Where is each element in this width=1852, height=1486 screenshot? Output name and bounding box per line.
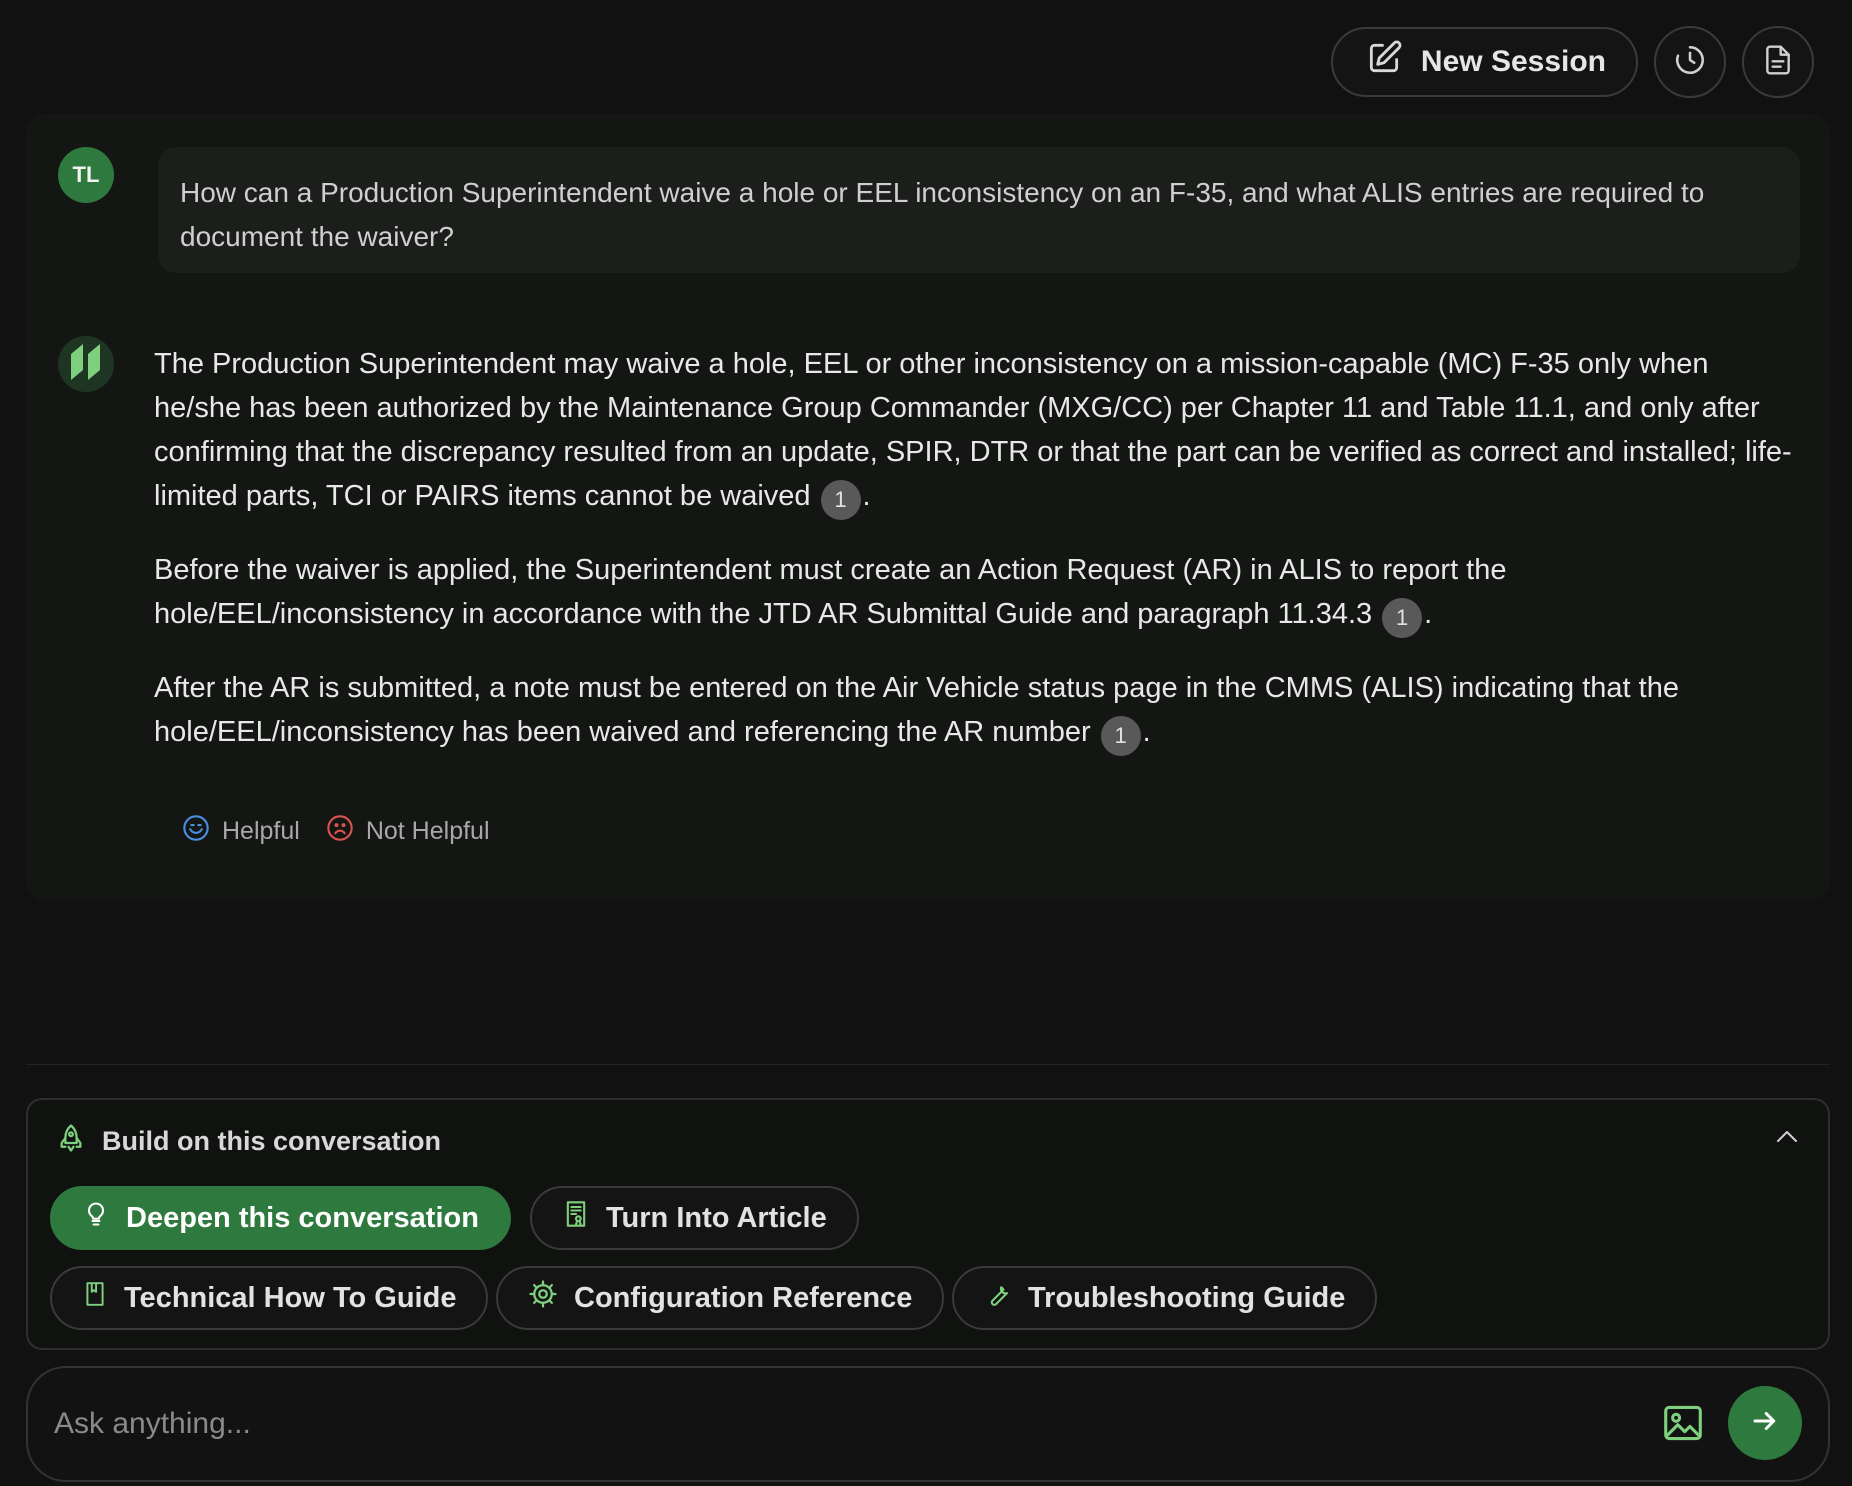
answer-text: The Production Superintendent may waive … <box>154 348 1792 512</box>
chip-label: Turn Into Article <box>606 1201 827 1234</box>
answer-paragraph: After the AR is submitted, a note must b… <box>154 666 1794 756</box>
assistant-logo-icon <box>69 342 103 387</box>
assistant-avatar <box>58 336 114 392</box>
answer-text: After the AR is submitted, a note must b… <box>154 672 1679 748</box>
document-button[interactable] <box>1742 26 1814 98</box>
ask-input[interactable] <box>54 1396 1554 1452</box>
not-helpful-label: Not Helpful <box>365 817 490 845</box>
rocket-icon <box>56 1122 86 1161</box>
book-icon <box>82 1279 108 1317</box>
divider <box>26 1064 1830 1065</box>
turn-into-article-chip[interactable]: Turn Into Article <box>530 1186 859 1250</box>
arrow-right-icon <box>1750 1406 1780 1441</box>
build-panel: Build on this conversation Deepen this c… <box>26 1098 1830 1350</box>
gear-icon <box>528 1279 558 1317</box>
helpful-label: Helpful <box>222 817 300 845</box>
technical-how-to-guide-chip[interactable]: Technical How To Guide <box>50 1266 489 1330</box>
chip-label: Technical How To Guide <box>124 1281 457 1314</box>
wrench-icon <box>984 1280 1012 1316</box>
send-button[interactable] <box>1728 1386 1802 1460</box>
citation-badge[interactable]: 1 <box>1382 598 1423 638</box>
lightbulb-icon <box>82 1199 110 1237</box>
answer-paragraph: The Production Superintendent may waive … <box>154 342 1794 520</box>
chip-label: Configuration Reference <box>574 1281 913 1314</box>
top-toolbar: New Session <box>1330 26 1814 98</box>
user-message: How can a Production Superintendent waiv… <box>158 147 1800 273</box>
edit-icon <box>1365 39 1403 85</box>
conversation-panel: TL How can a Production Superintendent w… <box>26 114 1830 900</box>
feedback-row: Helpful Not Helpful <box>182 814 490 849</box>
assistant-answer: The Production Superintendent may waive … <box>154 342 1794 784</box>
chevron-up-icon <box>1774 1131 1800 1152</box>
frown-icon <box>326 814 354 849</box>
collapse-button[interactable] <box>1774 1126 1800 1153</box>
history-icon <box>1673 43 1707 82</box>
attach-image-button[interactable] <box>1662 1404 1704 1447</box>
troubleshooting-guide-chip[interactable]: Troubleshooting Guide <box>952 1266 1378 1330</box>
chip-label: Deepen this conversation <box>126 1201 479 1234</box>
chat-input-bar <box>26 1366 1830 1482</box>
chat-page: New Session TL How can a Production Supe… <box>0 0 1852 1486</box>
smile-icon <box>182 814 210 849</box>
chip-label: Troubleshooting Guide <box>1028 1281 1346 1314</box>
deepen-conversation-chip[interactable]: Deepen this conversation <box>50 1186 511 1250</box>
helpful-button[interactable]: Helpful <box>182 814 300 849</box>
article-icon <box>562 1199 590 1237</box>
not-helpful-button[interactable]: Not Helpful <box>326 814 490 849</box>
user-avatar: TL <box>58 147 114 203</box>
new-session-label: New Session <box>1420 45 1606 78</box>
document-icon <box>1762 44 1794 81</box>
citation-badge[interactable]: 1 <box>1100 716 1141 756</box>
citation-badge[interactable]: 1 <box>820 480 861 520</box>
image-icon <box>1662 1405 1704 1446</box>
answer-paragraph: Before the waiver is applied, the Superi… <box>154 548 1794 638</box>
new-session-button[interactable]: New Session <box>1330 27 1638 97</box>
build-panel-header: Build on this conversation <box>56 1122 441 1161</box>
history-button[interactable] <box>1654 26 1726 98</box>
build-panel-title: Build on this conversation <box>102 1126 442 1156</box>
configuration-reference-chip[interactable]: Configuration Reference <box>496 1266 945 1330</box>
answer-text: Before the waiver is applied, the Superi… <box>154 554 1507 630</box>
